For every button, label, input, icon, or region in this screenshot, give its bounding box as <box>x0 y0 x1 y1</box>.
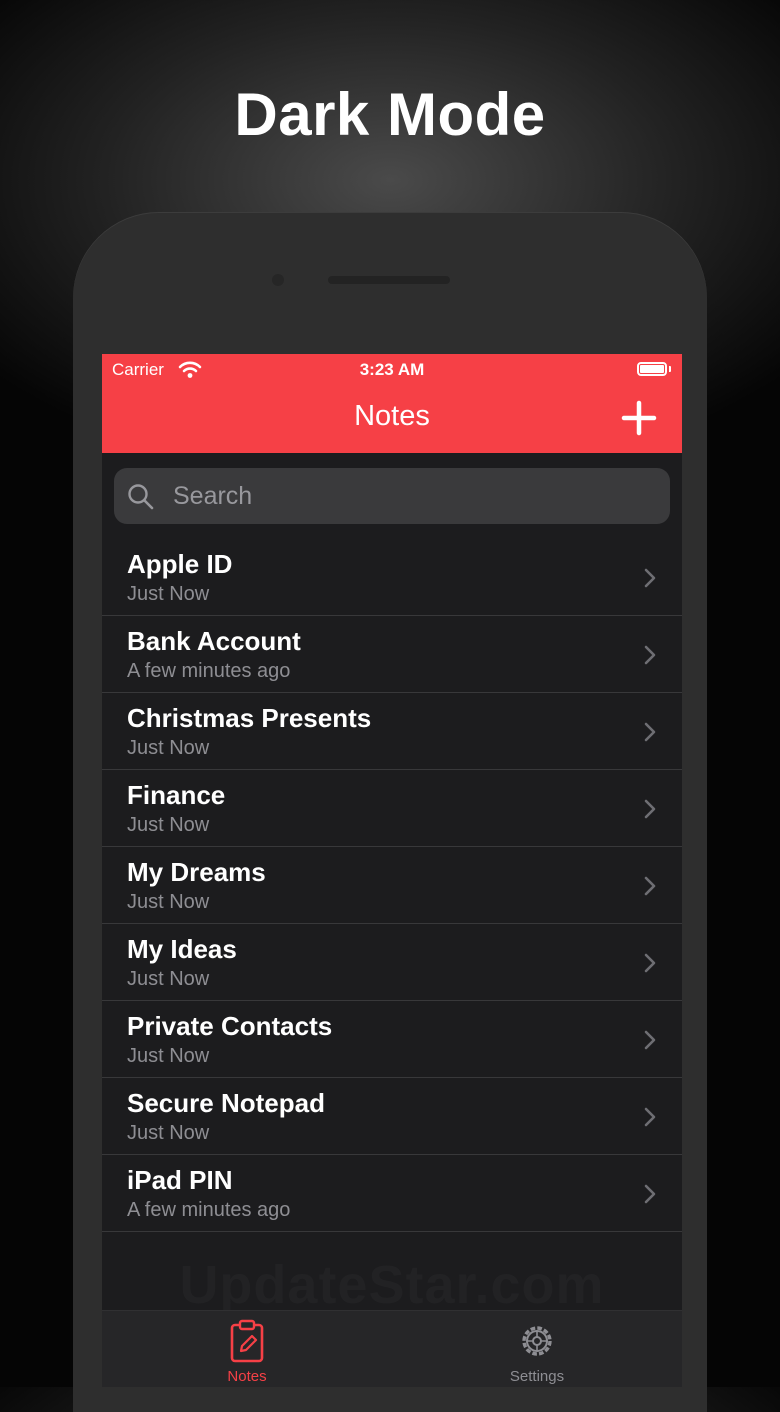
note-title: My Dreams <box>127 857 266 887</box>
chevron-right-icon <box>644 1030 656 1050</box>
note-timestamp: Just Now <box>127 1122 210 1144</box>
note-title: Private Contacts <box>127 1011 333 1041</box>
add-note-button[interactable] <box>616 398 662 438</box>
chevron-right-icon <box>644 645 656 665</box>
note-title: iPad PIN <box>127 1165 233 1195</box>
battery-tip <box>669 366 671 372</box>
search-placeholder: Search <box>173 482 253 510</box>
list-item[interactable]: Private Contacts Just Now <box>102 1001 682 1078</box>
clipboard-pencil-icon <box>230 1319 264 1363</box>
list-item[interactable]: My Ideas Just Now <box>102 924 682 1001</box>
status-time: 3:23 AM <box>359 360 425 379</box>
notes-list: Apple ID Just Now Bank Account A few min… <box>102 539 682 1232</box>
note-title: My Ideas <box>127 934 237 964</box>
note-timestamp: A few minutes ago <box>127 1199 291 1221</box>
tab-notes[interactable]: Notes <box>102 1311 392 1387</box>
search-input[interactable]: Search <box>114 468 670 524</box>
note-title: Christmas Presents <box>127 703 372 733</box>
note-timestamp: Just Now <box>127 814 210 836</box>
page-title: Notes <box>354 400 430 432</box>
chevron-right-icon <box>644 1184 656 1204</box>
chevron-right-icon <box>644 876 656 896</box>
list-item[interactable]: Bank Account A few minutes ago <box>102 616 682 693</box>
chevron-right-icon <box>644 1107 656 1127</box>
gear-icon <box>522 1326 552 1356</box>
list-item[interactable]: Christmas Presents Just Now <box>102 693 682 770</box>
note-timestamp: Just Now <box>127 891 210 913</box>
list-item[interactable]: My Dreams Just Now <box>102 847 682 924</box>
note-timestamp: Just Now <box>127 1045 210 1067</box>
front-camera <box>272 274 284 286</box>
tab-notes-label: Notes <box>227 1368 267 1385</box>
chevron-right-icon <box>644 722 656 742</box>
list-item[interactable]: Secure Notepad Just Now <box>102 1078 682 1155</box>
note-timestamp: Just Now <box>127 968 210 990</box>
battery-icon <box>637 362 667 376</box>
note-timestamp: A few minutes ago <box>127 660 291 682</box>
app-screen: Carrier 3:23 AM Notes Search Apple ID Ju… <box>102 354 682 1387</box>
earpiece-speaker <box>328 276 450 284</box>
plus-icon <box>621 400 657 436</box>
chevron-right-icon <box>644 799 656 819</box>
note-title: Apple ID <box>127 549 233 579</box>
chevron-right-icon <box>644 568 656 588</box>
search-icon <box>127 483 155 516</box>
watermark: UpdateStar.com <box>179 1255 605 1315</box>
status-bar: Carrier 3:23 AM <box>102 354 682 384</box>
promo-headline: Dark Mode <box>234 81 546 148</box>
list-item[interactable]: Apple ID Just Now <box>102 539 682 616</box>
list-item[interactable]: Finance Just Now <box>102 770 682 847</box>
list-item[interactable]: iPad PIN A few minutes ago <box>102 1155 682 1232</box>
note-title: Secure Notepad <box>127 1088 325 1118</box>
note-timestamp: Just Now <box>127 583 210 605</box>
note-title: Bank Account <box>127 626 301 656</box>
navigation-bar: Carrier 3:23 AM Notes <box>102 354 682 453</box>
tab-bar: Notes Settings <box>102 1310 682 1387</box>
tab-settings[interactable]: Settings <box>392 1311 682 1387</box>
note-title: Finance <box>127 780 226 810</box>
tab-settings-label: Settings <box>509 1368 565 1385</box>
chevron-right-icon <box>644 953 656 973</box>
note-timestamp: Just Now <box>127 737 210 759</box>
